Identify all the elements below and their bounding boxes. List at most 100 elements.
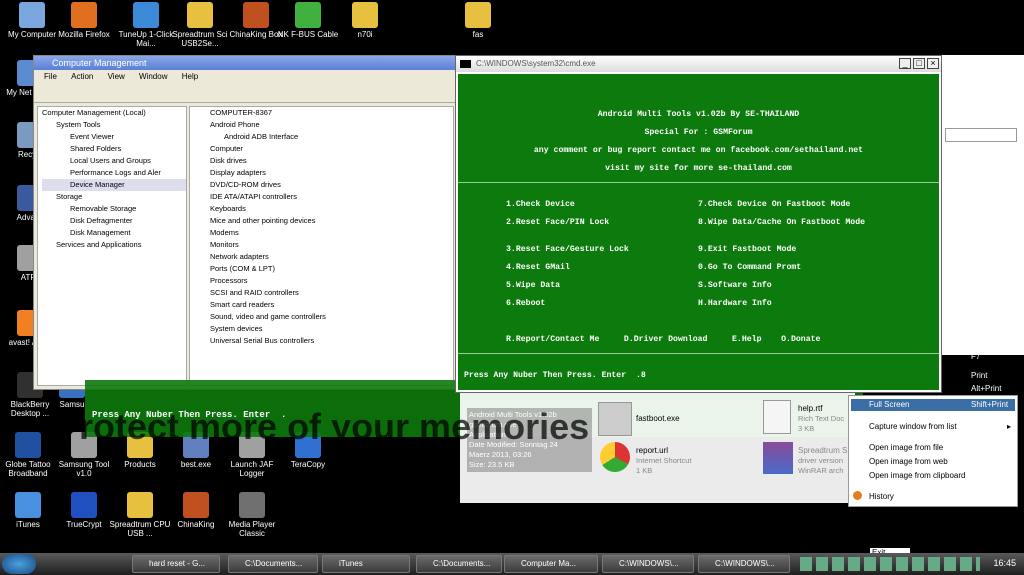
cmd-option: 9.Exit Fastboot Mode [698,245,797,254]
ctx-capture-window[interactable]: Capture window from list [869,422,957,431]
cmd-separator [458,182,939,183]
report-url-icon[interactable] [600,442,630,472]
desktop-icon[interactable]: Media Player Classic [220,492,284,538]
device-category[interactable]: Computer [210,143,453,155]
desktop-icon-label: Spreadtrum CPU USB ... [109,520,171,538]
mgmt-menu-bar: File Action View Window Help [34,70,457,83]
device-category[interactable]: Sound, video and game controllers [210,311,453,323]
device-category[interactable]: Network adapters [210,251,453,263]
ctx-open-web[interactable]: Open image from web [869,457,948,466]
ctx-history[interactable]: History [869,492,894,501]
desktop-icon[interactable]: ChinaKing [164,492,228,529]
device-category[interactable]: Keyboards [210,203,453,215]
help-rtf-icon[interactable] [763,400,791,434]
desktop-icon-label: iTunes [16,520,40,529]
menu-file[interactable]: File [44,72,57,81]
ctx-alt-print[interactable]: Alt+Print [971,384,1001,393]
device-category[interactable]: DVD/CD-ROM drives [210,179,453,191]
tuneup-1-click-mai--icon [133,2,159,28]
desktop-icon[interactable]: Mozilla Firefox [52,2,116,39]
desktop-icon[interactable]: iTunes [0,492,60,529]
desktop-icon-label: TuneUp 1-Click Mai... [118,30,174,48]
ctx-shortcut-f7: F7 [971,352,981,361]
tree-item[interactable]: Event Viewer [42,131,186,143]
tree-item[interactable]: Disk Management [42,227,186,239]
spreadtrum-cpu-usb--icon [127,492,153,518]
device-category[interactable]: Processors [210,275,453,287]
desktop-icon[interactable]: Spreadtrum CPU USB ... [108,492,172,538]
report-url-label[interactable]: report.url [636,446,668,455]
chinaking-icon [183,492,209,518]
close-button[interactable]: × [927,58,939,69]
device-category[interactable]: COMPUTER-8367 [210,107,453,119]
device-category[interactable]: Universal Serial Bus controllers [210,335,453,347]
computer-management-window: Computer Management File Action View Win… [33,55,458,390]
maximize-button[interactable]: □ [913,58,925,69]
ctx-full-screen[interactable]: Full Screen [869,400,909,409]
taskbar-button[interactable]: C:\Documents... [228,555,318,573]
desktop-icon-label: Spreadtrum Sci USB2Se... [172,30,228,48]
menu-action[interactable]: Action [71,72,93,81]
start-button[interactable] [2,554,36,574]
winrar-icon[interactable] [763,442,793,474]
taskbar-button[interactable]: C:\Documents... [416,555,502,573]
fastboot-label[interactable]: fastboot.exe [636,414,680,423]
device-category[interactable]: SCSI and RAID controllers [210,287,453,299]
device-category[interactable]: Display adapters [210,167,453,179]
mgmt-device-tree: COMPUTER-8367 Android Phone Android ADB In… [189,106,454,386]
tree-item[interactable]: System Tools [42,119,186,131]
device-category[interactable]: System devices [210,323,453,335]
taskbar-button[interactable]: hard reset - G... [132,555,220,573]
desktop-icon-label: TrueCrypt [66,520,102,529]
fas-icon [465,2,491,28]
device-category[interactable]: Modems [210,227,453,239]
tree-item[interactable]: Performance Logs and Aler [42,167,186,179]
cmd-console[interactable]: Android Multi Tools v1.02b By SE-THAILAN… [458,74,939,390]
device-category[interactable]: Ports (COM & LPT) [210,263,453,275]
winrar-label[interactable]: Spreadtrum S [798,446,847,455]
taskbar-button[interactable]: Computer Ma... [504,555,598,573]
ctx-open-file[interactable]: Open image from file [869,443,943,452]
desktop-icon[interactable]: fas [446,2,510,39]
tree-item[interactable]: Computer Management (Local) [42,107,186,119]
tree-item[interactable]: Services and Applications [42,239,186,251]
winrar-type: driver version [798,456,844,465]
device-category[interactable]: Monitors [210,239,453,251]
cmd-option: 7.Check Device On Fastboot Mode [698,200,851,209]
desktop-icon[interactable]: TrueCrypt [52,492,116,529]
help-rtf-label[interactable]: help.rtf [798,404,822,413]
desktop-icon[interactable]: NK F-BUS Cable [276,2,340,39]
menu-window[interactable]: Window [139,72,167,81]
ctx-print[interactable]: Print [971,371,987,380]
device-category[interactable]: Android Phone [210,119,453,131]
device-category[interactable]: IDE ATA/ATAPI controllers [210,191,453,203]
tree-item[interactable]: Device Manager [42,179,186,191]
taskbar-button[interactable]: C:\WINDOWS\... [602,555,694,573]
tree-item[interactable]: Disk Defragmenter [42,215,186,227]
menu-view[interactable]: View [108,72,125,81]
device-category[interactable]: Android ADB Interface [210,131,453,143]
desktop-icon[interactable]: Globe Tattoo Broadband [0,432,60,478]
taskbar-button[interactable]: iTunes [322,555,410,573]
desktop-icon-label: fas [472,30,484,39]
tree-item[interactable]: Shared Folders [42,143,186,155]
desktop-icon[interactable]: Spreadtrum Sci USB2Se... [168,2,232,48]
cmd-title-bar[interactable]: C:\WINDOWS\system32\cmd.exe _ □ × [456,56,941,72]
device-category[interactable]: Smart card readers [210,299,453,311]
minimize-button[interactable]: _ [899,58,911,69]
taskbar-button[interactable]: C:\WINDOWS\... [698,555,790,573]
mgmt-toolbar [34,83,457,103]
mgmt-title-bar[interactable]: Computer Management [34,56,457,70]
device-category[interactable]: Disk drives [210,155,453,167]
device-category[interactable]: Mice and other pointing devices [210,215,453,227]
desktop-icon[interactable]: n70i [333,2,397,39]
tree-item[interactable]: Storage [42,191,186,203]
background-dropdown[interactable] [945,128,1017,142]
tree-item[interactable]: Removable Storage [42,203,186,215]
itunes-icon [15,492,41,518]
ctx-open-clipboard[interactable]: Open image from clipboard [869,471,966,480]
tree-item[interactable]: Local Users and Groups [42,155,186,167]
menu-help[interactable]: Help [182,72,198,81]
spreadtrum-sci-usb2se--icon [187,2,213,28]
desktop-icon-label: My Computer [7,30,56,39]
